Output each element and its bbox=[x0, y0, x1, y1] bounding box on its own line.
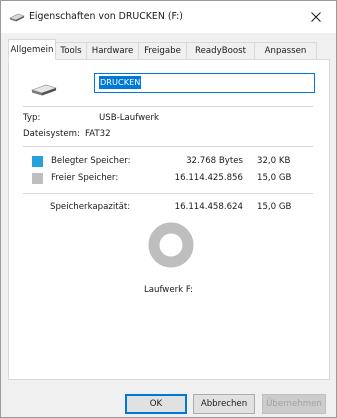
filesystem-value: FAT32 bbox=[85, 129, 111, 139]
usage-donut-chart bbox=[148, 222, 194, 268]
free-space-size: 15,0 GB bbox=[257, 173, 292, 183]
free-space-ring bbox=[148, 222, 194, 268]
title-bar: Eigenschaften von DRUCKEN (F:) bbox=[1, 1, 336, 33]
apply-button[interactable]: Übernehmen bbox=[262, 394, 326, 414]
tab-hardware[interactable]: Hardware bbox=[86, 42, 139, 59]
window-title: Eigenschaften von DRUCKEN (F:) bbox=[29, 11, 183, 22]
capacity-bytes: 16.114.458.624 bbox=[174, 202, 243, 212]
close-button[interactable] bbox=[296, 1, 336, 33]
used-space-size: 32,0 KB bbox=[257, 156, 291, 166]
type-label: Typ: bbox=[23, 113, 41, 123]
properties-dialog: Eigenschaften von DRUCKEN (F:) Allgemein… bbox=[0, 0, 337, 418]
close-icon bbox=[311, 12, 321, 22]
free-space-label: Freier Speicher: bbox=[51, 173, 119, 183]
capacity-label: Speicherkapazität: bbox=[50, 202, 131, 212]
capacity-size: 15,0 GB bbox=[257, 202, 292, 212]
tab-strip: Allgemein Tools Hardware Freigabe ReadyB… bbox=[8, 39, 330, 60]
usb-drive-icon bbox=[31, 84, 57, 96]
free-space-swatch bbox=[32, 173, 43, 184]
used-space-swatch bbox=[32, 156, 43, 167]
used-space-bytes: 32.768 Bytes bbox=[186, 156, 243, 166]
tab-anpassen[interactable]: Anpassen bbox=[254, 42, 317, 59]
cancel-button[interactable]: Abbrechen bbox=[193, 394, 255, 414]
free-space-bytes: 16.114.425.856 bbox=[174, 173, 243, 183]
tab-readyboost[interactable]: ReadyBoost bbox=[186, 42, 255, 59]
usb-drive-icon bbox=[9, 13, 25, 22]
tab-freigabe[interactable]: Freigabe bbox=[138, 42, 187, 59]
separator bbox=[23, 193, 313, 194]
tab-allgemein[interactable]: Allgemein bbox=[8, 39, 56, 60]
ok-button[interactable]: OK bbox=[125, 394, 187, 414]
separator bbox=[23, 146, 313, 147]
type-value: USB-Laufwerk bbox=[99, 113, 159, 123]
drive-letter-label: Laufwerk F: bbox=[143, 285, 194, 295]
general-panel bbox=[8, 59, 330, 380]
filesystem-label: Dateisystem: bbox=[23, 129, 80, 139]
separator bbox=[23, 106, 313, 107]
used-space-label: Belegter Speicher: bbox=[51, 156, 131, 166]
tab-tools[interactable]: Tools bbox=[55, 42, 87, 59]
drive-name-value: DRUCKEN bbox=[99, 76, 142, 89]
